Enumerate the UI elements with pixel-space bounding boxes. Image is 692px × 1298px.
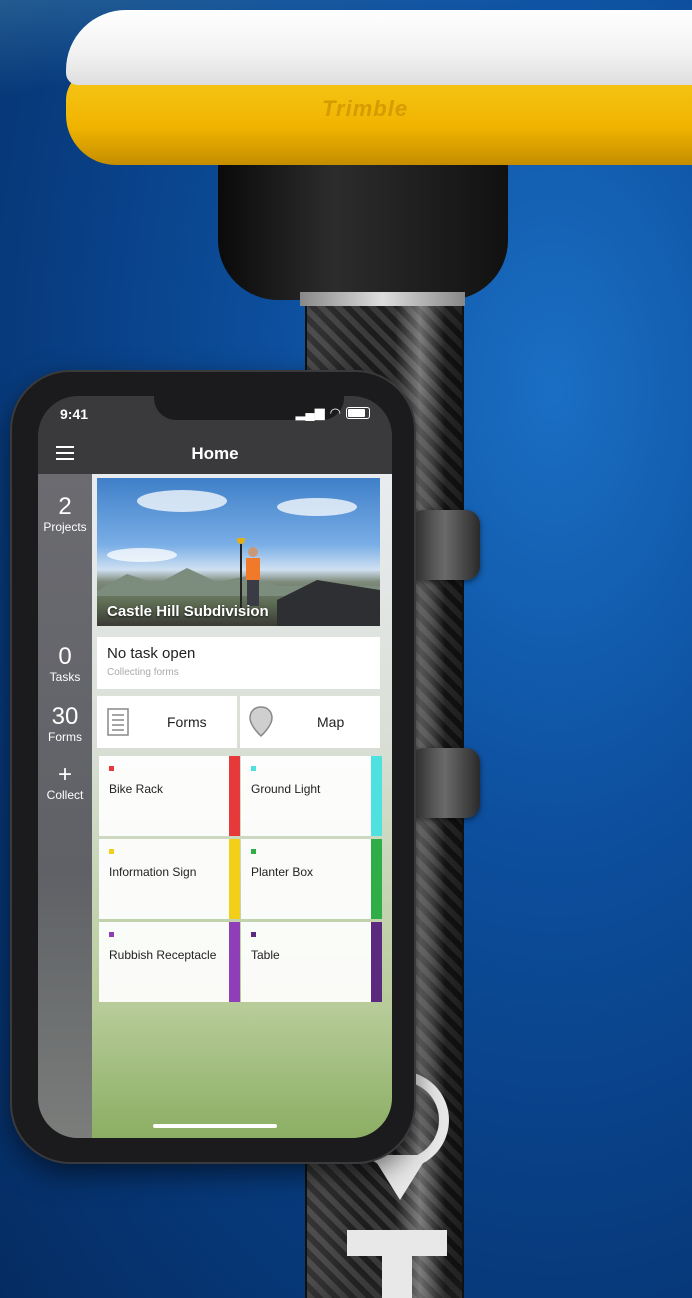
map-label: Map <box>317 714 345 730</box>
form-name: Bike Rack <box>109 782 164 796</box>
surveyor-photo <box>237 538 260 608</box>
sidebar: 2 Projects 0 Tasks 30 Forms + Collect <box>38 474 92 1138</box>
form-color-dot <box>109 932 114 937</box>
form-color-bar <box>229 756 240 836</box>
form-color-bar <box>371 756 382 836</box>
form-tile-bike-rack[interactable]: Bike Rack <box>99 756 240 836</box>
menu-icon[interactable] <box>56 446 74 460</box>
form-name: Planter Box <box>251 865 314 879</box>
hero-cloud <box>277 498 357 516</box>
task-subtitle: Collecting forms <box>107 667 179 678</box>
form-name: Rubbish Receptacle <box>109 948 217 962</box>
sidebar-item-label: Projects <box>43 520 87 534</box>
map-pin-icon <box>249 706 273 738</box>
hero-cloud <box>137 490 227 512</box>
form-tile-rubbish-receptacle[interactable]: Rubbish Receptacle <box>99 922 240 1002</box>
battery-icon <box>346 407 370 419</box>
receiver-base <box>218 150 508 300</box>
page-title: Home <box>191 444 239 463</box>
task-title: No task open <box>107 645 196 662</box>
form-name: Ground Light <box>251 782 321 796</box>
navigation-bar: Home <box>38 434 392 474</box>
form-name: Information Sign <box>109 865 197 879</box>
receiver-antenna-cap <box>66 10 692 85</box>
sidebar-item-forms[interactable]: 30 Forms <box>38 703 92 745</box>
status-time: 9:41 <box>60 406 89 422</box>
sidebar-item-projects[interactable]: 2 Projects <box>38 493 92 535</box>
form-color-bar <box>371 839 382 919</box>
form-name: Table <box>251 948 280 962</box>
form-color-dot <box>109 849 114 854</box>
form-color-dot <box>251 766 256 771</box>
building-photo <box>277 580 380 626</box>
receiver-collar <box>300 292 465 306</box>
form-color-bar <box>229 922 240 1002</box>
form-color-bar <box>229 839 240 919</box>
sidebar-item-label: Collect <box>46 788 84 802</box>
form-tile-planter-box[interactable]: Planter Box <box>241 839 382 919</box>
phone-clamp-upper <box>410 510 480 580</box>
home-indicator[interactable] <box>153 1124 277 1128</box>
map-button[interactable]: Map <box>240 696 380 748</box>
project-card[interactable]: Castle Hill Subdivision <box>97 478 380 626</box>
sidebar-item-label: Forms <box>48 730 82 744</box>
forms-button[interactable]: Forms <box>97 696 237 748</box>
plus-icon: + <box>57 761 72 788</box>
forms-icon <box>107 708 129 736</box>
task-card[interactable]: No task open Collecting forms <box>97 637 380 689</box>
brand-logo: Trimble <box>322 96 409 121</box>
sidebar-item-label: Tasks <box>49 670 81 684</box>
phone-clamp-lower <box>410 748 480 818</box>
forms-count: 30 <box>51 703 79 730</box>
home-content: Castle Hill Subdivision No task open Col… <box>92 474 392 1138</box>
status-icons: ▂▄▆ ◠ <box>295 405 370 421</box>
form-tile-ground-light[interactable]: Ground Light <box>241 756 382 836</box>
form-color-dot <box>251 932 256 937</box>
sidebar-item-tasks[interactable]: 0 Tasks <box>38 643 92 685</box>
sidebar-item-collect[interactable]: + Collect <box>38 761 92 803</box>
wifi-icon: ◠ <box>329 405 341 420</box>
projects-count: 2 <box>58 493 72 520</box>
form-color-dot <box>109 766 114 771</box>
forms-label: Forms <box>167 714 207 730</box>
phone-screen: 9:41 ▂▄▆ ◠ Home 2 Projects 0 Tasks 30 Fo… <box>38 396 392 1138</box>
form-color-dot <box>251 849 256 854</box>
form-tile-table[interactable]: Table <box>241 922 382 1002</box>
form-color-bar <box>371 922 382 1002</box>
signal-icon: ▂▄▆ <box>295 405 325 420</box>
form-tile-information-sign[interactable]: Information Sign <box>99 839 240 919</box>
tasks-count: 0 <box>58 643 72 670</box>
project-name: Castle Hill Subdivision <box>107 603 269 620</box>
